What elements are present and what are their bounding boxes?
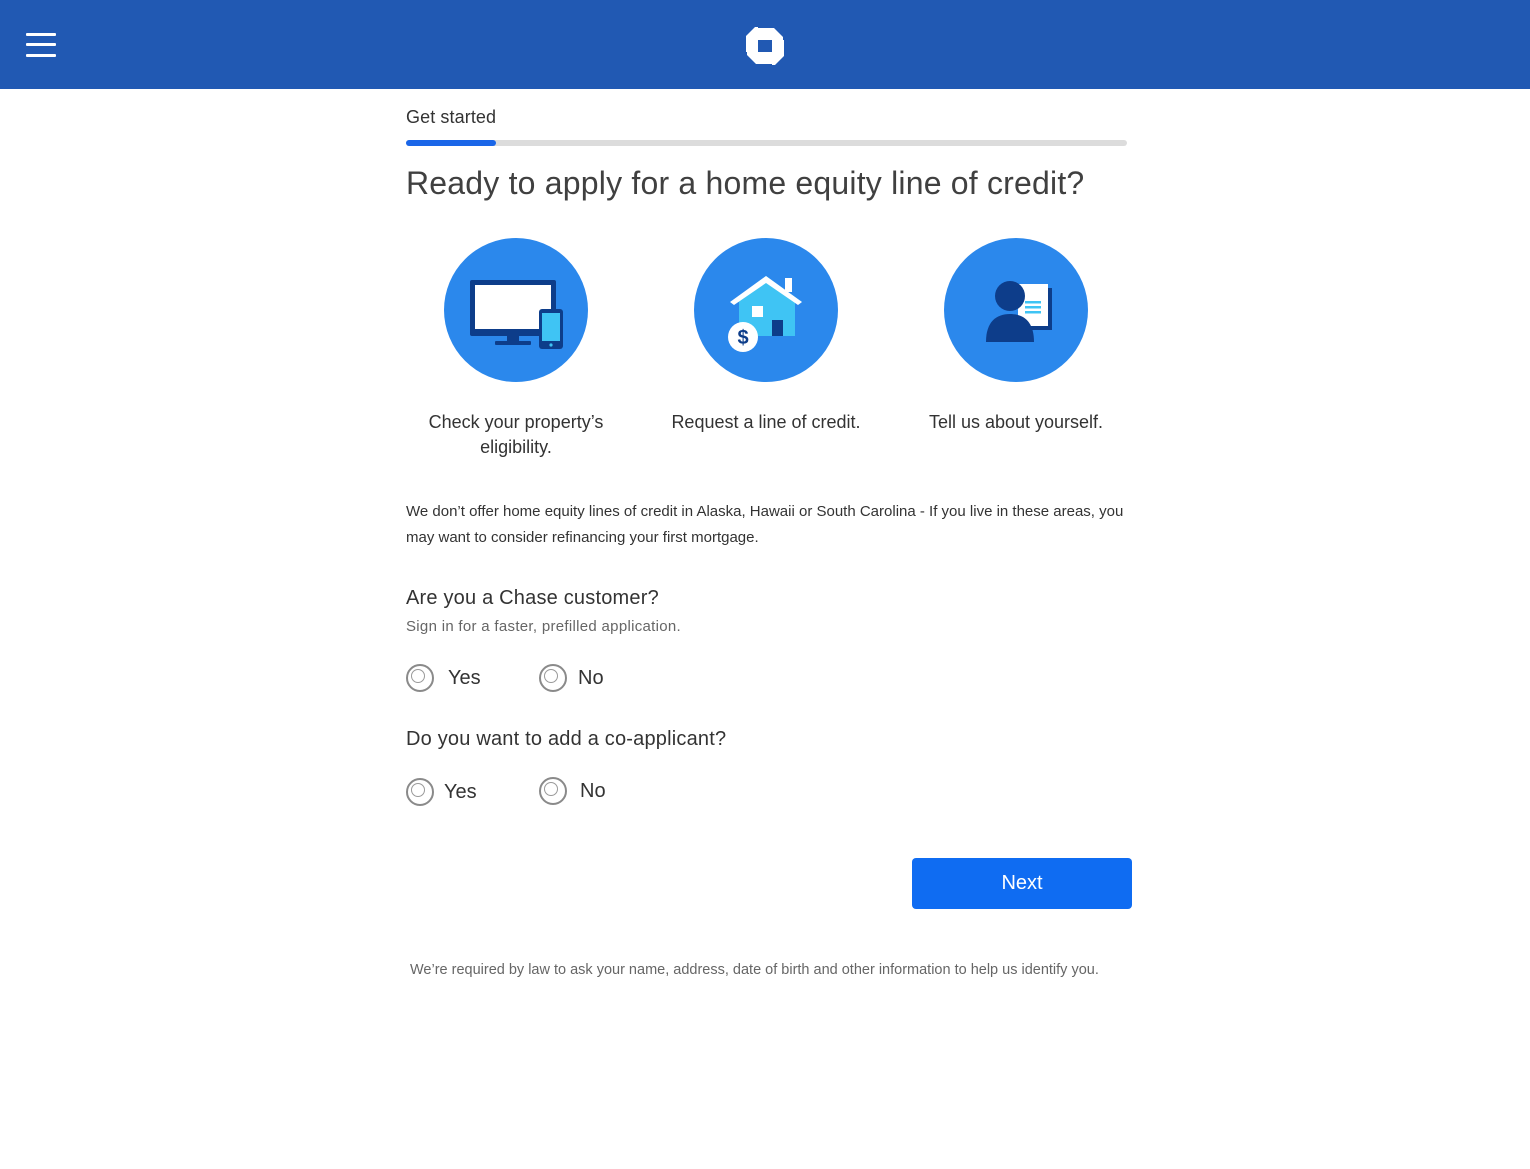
house-with-dollar-icon: $ <box>728 276 802 352</box>
progress-bar <box>406 140 1127 146</box>
chase-customer-yes-radio[interactable]: Yes <box>406 664 481 692</box>
person-with-document-icon <box>986 281 1052 342</box>
step-circle <box>944 238 1088 382</box>
step-circle <box>444 238 588 382</box>
step-card-line-of-credit: $ Request a line of credit. <box>656 238 876 435</box>
step-text: Tell us about yourself. <box>928 412 1104 432</box>
radio-label: Yes <box>444 780 477 803</box>
legal-footer-note: We’re required by law to ask your name, … <box>410 962 1099 978</box>
step-card-eligibility: Check your property’s eligibility. <box>406 238 626 460</box>
step-text: Request a line of credit. <box>671 412 861 432</box>
step-circle: $ <box>694 238 838 382</box>
radio-button-icon[interactable] <box>406 778 434 806</box>
co-applicant-question: Do you want to add a co-applicant? <box>406 728 727 750</box>
radio-label: Yes <box>448 666 481 689</box>
next-button[interactable]: Next <box>912 858 1132 909</box>
radio-button-icon[interactable] <box>539 664 567 692</box>
availability-notice: We don’t offer home equity lines of cred… <box>406 503 1124 546</box>
co-applicant-no-radio[interactable]: No <box>539 777 606 805</box>
hamburger-menu-icon[interactable] <box>24 30 58 60</box>
step-text: Check your property’s eligibility. <box>428 412 604 457</box>
co-applicant-yes-radio[interactable]: Yes <box>406 778 477 806</box>
chase-customer-no-radio[interactable]: No <box>539 664 604 692</box>
radio-label: No <box>578 666 604 689</box>
radio-button-icon[interactable] <box>539 777 567 805</box>
chase-customer-subtext: Sign in for a faster, prefilled applicat… <box>406 618 682 635</box>
chase-customer-question: Are you a Chase customer? <box>406 587 659 609</box>
computer-and-phone-icon <box>470 280 563 349</box>
progress-step-label: Get started <box>406 107 497 127</box>
radio-button-icon[interactable] <box>406 664 434 692</box>
chase-logo-icon[interactable] <box>744 26 786 66</box>
progress-bar-fill <box>406 140 497 146</box>
step-card-about-yourself: Tell us about yourself. <box>906 238 1126 435</box>
radio-label: No <box>580 779 606 802</box>
svg-text:$: $ <box>737 327 748 349</box>
top-header <box>0 0 1530 89</box>
page-title: Ready to apply for a home equity line of… <box>406 165 1085 201</box>
